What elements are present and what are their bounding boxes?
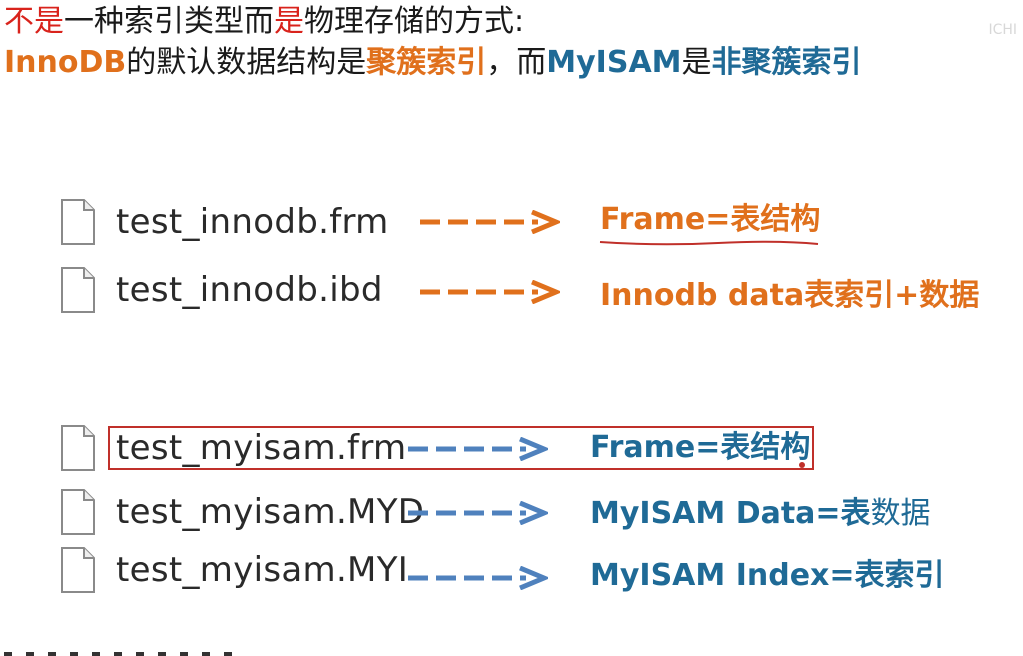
header-line1-is: 是 — [274, 4, 304, 39]
innodb-frm-desc: Frame=表结构 — [600, 202, 821, 237]
file-icon — [60, 488, 96, 536]
innodb-frm-row: test_innodb.frm — [60, 196, 389, 248]
dashed-arrow-icon — [420, 210, 560, 234]
myisam-myd-row: test_myisam.MYD — [60, 486, 424, 538]
header-line-1: 不是一种索引类型而是物理存储的方式: — [4, 2, 1014, 42]
header-line1-text2: 物理存储的方式: — [304, 4, 525, 39]
file-name: test_myisam.MYI — [116, 550, 409, 590]
dashed-arrow-icon — [408, 501, 548, 525]
file-name: test_innodb.ibd — [116, 270, 383, 310]
myisam-myi-desc: MyISAM Index=表索引 — [590, 558, 945, 593]
file-icon — [60, 266, 96, 314]
myisam-myd-desc-bold: MyISAM Data=表 — [590, 496, 871, 531]
myisam-myd-desc-normal: 数据 — [870, 496, 931, 531]
dashed-arrow-icon — [408, 437, 548, 461]
header-line1-text: 一种索引类型而 — [64, 4, 274, 39]
header-line2-text: 的默认数据结构是 — [126, 45, 367, 80]
file-icon — [60, 198, 96, 246]
bottom-dotted-line — [4, 652, 236, 656]
file-icon — [60, 546, 96, 594]
header-line2-is: 是 — [681, 45, 712, 80]
dashed-arrow-icon — [408, 566, 548, 590]
header-non-clustered: 非聚簇索引 — [711, 45, 862, 80]
innodb-ibd-row: test_innodb.ibd — [60, 264, 383, 316]
header-line2-comma: ，而 — [486, 45, 547, 80]
handwritten-underline — [599, 240, 819, 246]
file-icon — [60, 424, 96, 472]
ghost-watermark: ICHI — [988, 22, 1017, 38]
header: 不是一种索引类型而是物理存储的方式: InnoDB的默认数据结构是聚簇索引，而M… — [4, 2, 1014, 84]
file-name: test_myisam.frm — [116, 428, 407, 468]
file-name: test_myisam.MYD — [116, 492, 425, 532]
myisam-myi-row: test_myisam.MYI — [60, 544, 408, 596]
file-name: test_innodb.frm — [116, 202, 389, 242]
myisam-myd-desc: MyISAM Data=表数据 — [590, 494, 931, 534]
header-myisam: MyISAM — [546, 45, 682, 80]
header-line-2: InnoDB的默认数据结构是聚簇索引，而MyISAM是非聚簇索引 — [4, 42, 1014, 84]
header-line1-not: 不是 — [4, 4, 64, 39]
myisam-frm-row: test_myisam.frm — [60, 422, 406, 474]
myisam-frm-desc: Frame=表结构 — [590, 430, 811, 465]
dashed-arrow-icon — [420, 280, 560, 304]
header-clustered: 聚簇索引 — [366, 45, 487, 80]
innodb-ibd-desc: Innodb data表索引+数据 — [600, 278, 980, 313]
header-innodb: InnoDB — [4, 45, 127, 80]
